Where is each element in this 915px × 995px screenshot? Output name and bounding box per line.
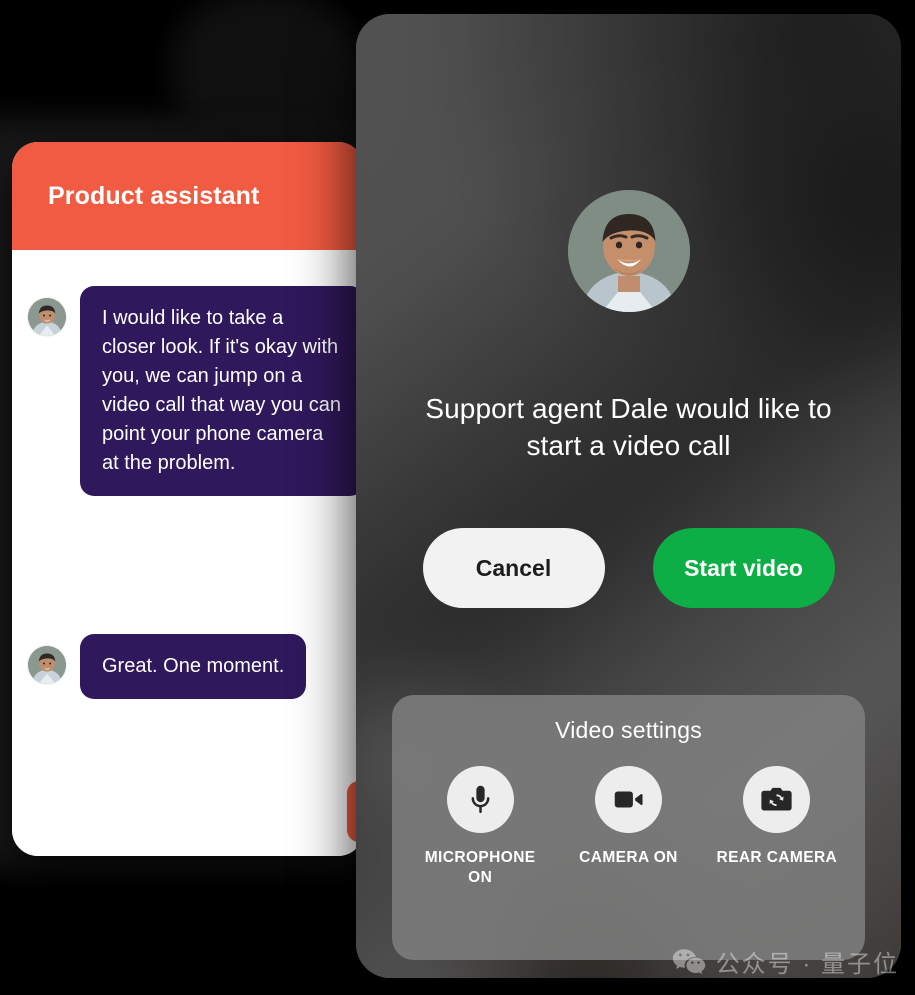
cancel-button[interactable]: Cancel — [422, 528, 605, 608]
setting-label-microphone: MICROPHONE ON — [424, 849, 536, 887]
call-action-row: Cancel Start video — [356, 528, 901, 608]
call-title: Support agent Dale would like to start a… — [425, 393, 832, 462]
chat-message-row: Great. One moment. — [12, 634, 364, 699]
agent-avatar — [28, 646, 66, 684]
setting-rear-camera[interactable]: REAR CAMERA — [711, 766, 843, 868]
screenshot-root: Product assistant I would like to take a… — [0, 0, 915, 995]
setting-label-rear-camera: REAR CAMERA — [716, 849, 838, 866]
wechat-icon — [672, 948, 705, 974]
setting-camera[interactable]: CAMERA ON — [562, 766, 694, 868]
watermark: 公众号 · 量子位 — [672, 944, 899, 979]
video-settings-panel: Video settings MICROPHONE ON CAMERA ON R… — [392, 695, 865, 960]
setting-label-camera: CAMERA ON — [579, 849, 678, 866]
watermark-text: 公众号 · 量子位 — [715, 951, 899, 978]
support-agent-avatar — [567, 190, 690, 312]
chat-bubble: I would like to take a closer look. If i… — [80, 286, 364, 496]
microphone-icon[interactable] — [446, 766, 514, 833]
chat-header-title: Product assistant — [48, 181, 260, 210]
chat-header: Product assistant — [12, 142, 364, 250]
rear-camera-icon[interactable] — [743, 766, 811, 833]
video-call-panel: Support agent Dale would like to start a… — [356, 14, 901, 978]
video-settings-title: Video settings — [555, 717, 702, 743]
chat-message-list: I would like to take a closer look. If i… — [12, 250, 364, 856]
video-camera-icon[interactable] — [594, 766, 662, 833]
chat-bubble: Great. One moment. — [80, 634, 307, 699]
agent-avatar — [28, 298, 66, 336]
setting-microphone[interactable]: MICROPHONE ON — [414, 766, 546, 889]
chat-message-row: I would like to take a closer look. If i… — [12, 286, 364, 496]
start-video-button[interactable]: Start video — [652, 528, 835, 608]
chat-panel: Product assistant I would like to take a… — [12, 142, 364, 856]
